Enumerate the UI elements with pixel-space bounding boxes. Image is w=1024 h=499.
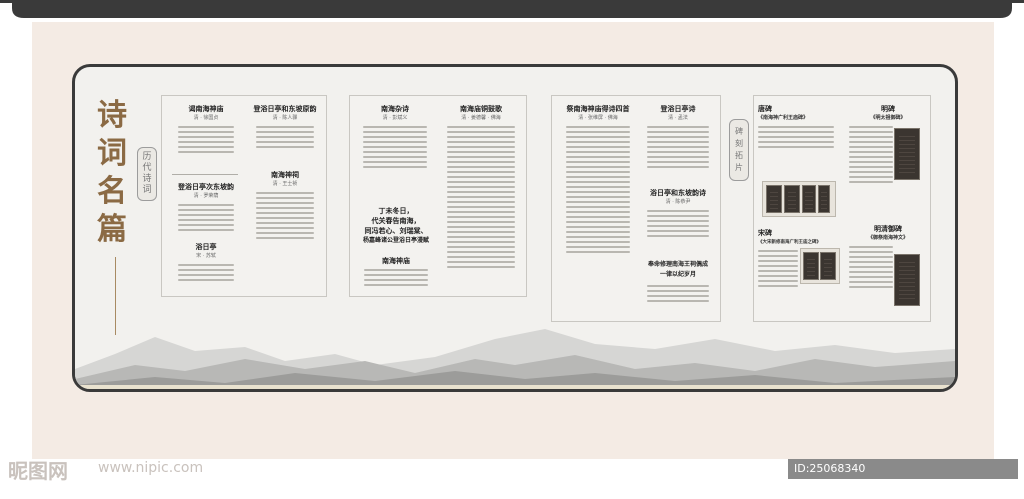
- poem-body: [640, 210, 716, 237]
- highlight-line: 丁未冬日，: [378, 206, 414, 215]
- stele-image: [802, 185, 816, 213]
- stele-title: 唐碑: [758, 104, 772, 113]
- poem-title: 登浴日亭诗: [660, 104, 696, 113]
- poem-body: [558, 126, 638, 253]
- stele-caption: 《大宋新修南海广利王庙之碑》: [758, 240, 821, 245]
- poem-title: 浴日亭和东坡韵诗: [650, 188, 706, 197]
- poem-item: 南海神祠 清 · 王士祯: [248, 170, 322, 242]
- highlight-line: 一律以纪岁月: [659, 271, 696, 278]
- poem-body: [170, 264, 242, 281]
- poem-title: 登浴日亭和东坡原韵: [253, 104, 317, 113]
- poem-author: 清 · 王士祯: [272, 181, 298, 187]
- poem-item: 祭南海神庙得诗四首 清 · 张维屏 · 佛海: [558, 104, 638, 256]
- poem-author: 清 · 陈恭尹: [665, 199, 691, 205]
- stele-title: 明碑: [881, 104, 895, 113]
- poem-body: [356, 269, 436, 286]
- poem-author: 清 · 彭斌义: [382, 115, 408, 121]
- poem-item: 登浴日亭和东坡原韵 清 · 陈人骤: [248, 104, 322, 151]
- poem-title: 南海杂诗: [381, 104, 409, 113]
- poem-body: [440, 126, 522, 268]
- highlight-title: 奉命修理南海王祠偶成 一律以纪岁月: [638, 260, 718, 280]
- poem-title: 谒南海神庙: [188, 104, 224, 113]
- stele-caption: 《南海神广利王庙碑》: [758, 115, 809, 121]
- poem-author: 清 · 徐国贞: [193, 115, 219, 121]
- stele-image: [820, 252, 836, 280]
- stele-image: [818, 185, 830, 213]
- poem-title: 南海庙铜鼓歌: [460, 104, 502, 113]
- main-title: 诗词名篇: [97, 98, 129, 247]
- poem-author: 清 · 陈人骤: [272, 115, 298, 121]
- poem-panel-1: 谒南海神庙 清 · 徐国贞 登浴日亭和东坡原韵 清 · 陈人骤 南海神祠 清 ·…: [161, 95, 327, 297]
- stele-text: [758, 126, 844, 148]
- poem-author: 清 · 姜德馨 · 佛海: [461, 115, 501, 121]
- poem-item: 南海神庙: [356, 256, 436, 289]
- poem-item: 浴日亭和东坡韵诗 清 · 陈恭尹: [640, 188, 716, 240]
- stele-section: 唐碑 《南海神广利王庙碑》: [758, 104, 844, 151]
- poem-title: 南海神庙: [382, 256, 410, 265]
- poem-item: 浴日亭 宋 · 苏轼: [170, 242, 242, 284]
- highlight-title: 丁未冬日， 代关春告南海， 同冯若心、刘瑞棠、 杨嘉峰诸公登浴日亭漫赋: [354, 206, 438, 246]
- stele-caption: 《御祭南海神文》: [867, 235, 908, 241]
- poem-body: [640, 126, 716, 168]
- watermark-url: www.nipic.com: [98, 460, 204, 476]
- stele-section-tag: 碑刻拓片: [729, 119, 749, 181]
- divider: [172, 174, 238, 175]
- poem-body: [248, 192, 322, 239]
- poem-body: [170, 204, 242, 231]
- poem-body: [248, 126, 322, 148]
- stele-text: [848, 126, 894, 183]
- poem-title: 登浴日亭次东坡韵: [178, 182, 234, 191]
- poem-author: 清 · 张维屏 · 佛海: [578, 115, 618, 121]
- display-board: 诗词名篇 历代诗词 谒南海神庙 清 · 徐国贞 登浴日亭和东坡原韵 清 · 陈人…: [72, 64, 958, 392]
- stele-text: [848, 246, 894, 288]
- image-id-bar: ID:25068340 NO:20230131164436200106: [788, 459, 1018, 495]
- poem-panel-3: 祭南海神庙得诗四首 清 · 张维屏 · 佛海 登浴日亭诗 清 · 孟法 浴日亭和…: [551, 95, 721, 322]
- poem-item: 谒南海神庙 清 · 徐国贞: [170, 104, 242, 156]
- poem-item: 登浴日亭次东坡韵 清 · 罗荣荫: [170, 182, 242, 234]
- poem-title: 祭南海神庙得诗四首: [566, 104, 630, 113]
- poem-author: 清 · 孟法: [668, 115, 688, 121]
- poem-author: 清 · 罗荣荫: [193, 193, 219, 199]
- highlight-line: 奉命修理南海王祠偶成: [647, 261, 708, 268]
- poem-body: [356, 126, 434, 168]
- stele-image: [784, 185, 800, 213]
- stele-title: 宋碑: [758, 228, 772, 237]
- poem-item: 南海庙铜鼓歌 清 · 姜德馨 · 佛海: [440, 104, 522, 271]
- poem-author: 宋 · 苏轼: [196, 253, 216, 259]
- highlight-line: 同冯若心、刘瑞棠、: [364, 226, 428, 235]
- poem-title: 浴日亭: [195, 242, 217, 251]
- poem-title: 南海神祠: [271, 170, 299, 179]
- stele-panel: 唐碑 《南海神广利王庙碑》 宋碑 《大宋新修南海广利王庙之碑》 明碑 《明太祖御…: [753, 95, 931, 322]
- top-frame-bar: [0, 0, 1024, 18]
- watermark-logo: 昵图网: [8, 459, 68, 483]
- stele-caption: 《明太祖御碑》: [870, 115, 906, 121]
- highlight-line: 代关春告南海，: [371, 216, 421, 225]
- subtitle-tag: 历代诗词: [137, 147, 157, 201]
- poem-item: 登浴日亭诗 清 · 孟法: [640, 104, 716, 171]
- mountain-landscape: [75, 329, 955, 389]
- poem-panel-2: 南海杂诗 清 · 彭斌义 丁未冬日， 代关春告南海， 同冯若心、刘瑞棠、 杨嘉峰…: [349, 95, 527, 297]
- stele-title: 明清御碑: [874, 224, 902, 233]
- stele-image: [803, 252, 819, 280]
- poem-item: 南海杂诗 清 · 彭斌义: [356, 104, 434, 171]
- stele-image: [894, 128, 920, 180]
- poem-body: [170, 126, 242, 153]
- highlight-line: 杨嘉峰诸公登浴日亭漫赋: [362, 237, 429, 244]
- stele-image: [766, 185, 782, 213]
